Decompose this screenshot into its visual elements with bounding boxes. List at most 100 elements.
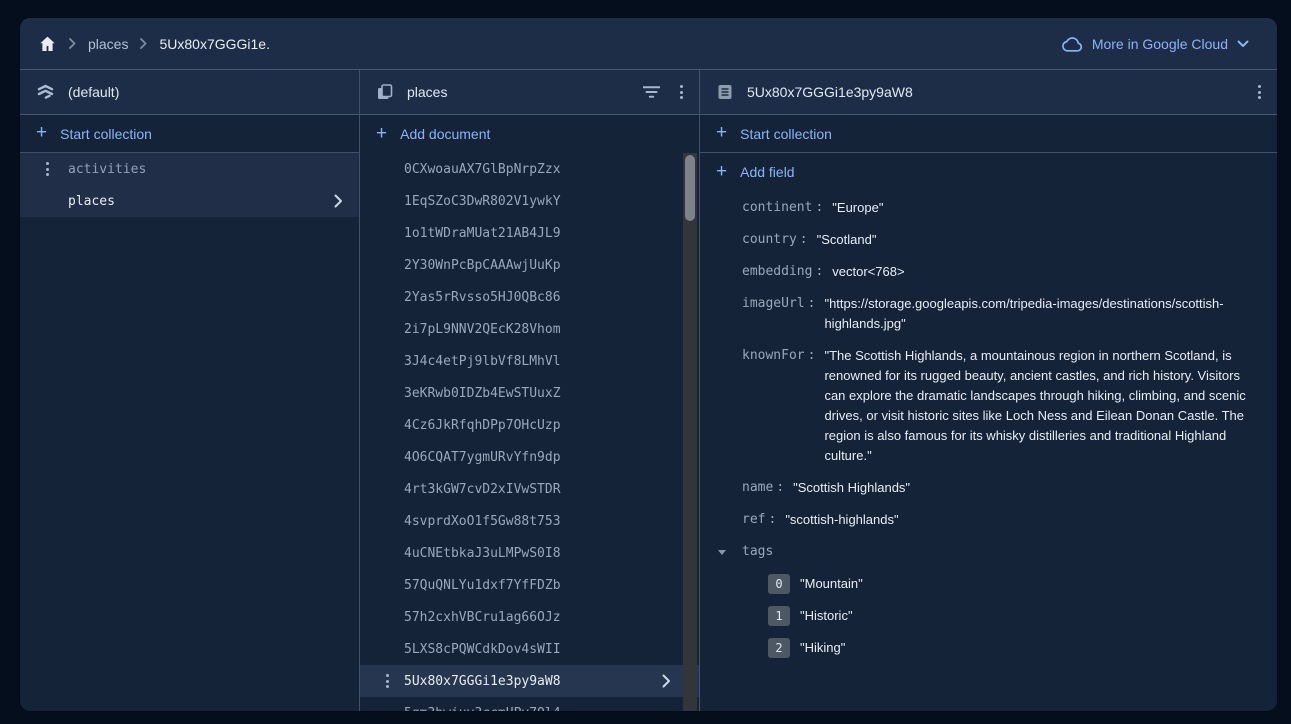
add-field-button[interactable]: + Add field (700, 153, 1277, 191)
plus-icon: + (36, 123, 47, 142)
field-value: "Scotland" (817, 230, 1247, 250)
array-index-badge: 2 (768, 638, 790, 658)
scrollbar-track[interactable] (683, 153, 697, 711)
breadcrumb-document: 5Ux80x7GGGi1e. (159, 36, 270, 52)
document-list-item[interactable]: 57h2cxhVBCru1ag66OJz (360, 601, 699, 633)
chevron-right-icon (662, 674, 671, 688)
field-name: country (742, 230, 808, 250)
field-name: name (742, 478, 784, 498)
breadcrumb-collection[interactable]: places (88, 36, 128, 52)
array-item-row[interactable]: 2"Hiking" (700, 632, 1277, 664)
field-row-imageUrl[interactable]: imageUrl"https://storage.googleapis.com/… (700, 288, 1277, 340)
document-id: 2i7pL9NNV2QEcK28Vhom (404, 322, 561, 337)
array-item-row[interactable]: 1"Historic" (700, 600, 1277, 632)
field-value: "Scottish Highlands" (793, 478, 1223, 498)
firestore-database-icon (36, 83, 55, 101)
field-row-ref[interactable]: ref"scottish-highlands" (700, 504, 1277, 536)
document-id: 5LXS8cPQWCdkDov4sWII (404, 642, 561, 657)
document-list-item[interactable]: 2i7pL9NNV2QEcK28Vhom (360, 313, 699, 345)
breadcrumb-separator-icon (140, 38, 147, 49)
document-id: 0CXwoauAX7GlBpNrpZzx (404, 162, 561, 177)
document-list-item[interactable]: 1EqSZoC3DwR802V1ywkY (360, 185, 699, 217)
more-in-google-cloud-label: More in Google Cloud (1092, 36, 1228, 52)
document-list-item[interactable]: 3J4c4etPj9lbVf8LMhVl (360, 345, 699, 377)
field-value: "https://storage.googleapis.com/tripedia… (824, 294, 1254, 334)
plus-icon: + (716, 123, 727, 142)
document-list-item[interactable]: 4Cz6JkRfqhDPp7OHcUzp (360, 409, 699, 441)
kebab-menu-icon[interactable] (1258, 85, 1261, 99)
document-id: 4uCNEtbkaJ3uLMPwS0I8 (404, 546, 561, 561)
kebab-menu-icon[interactable] (680, 85, 683, 99)
document-id: 4O6CQAT7ygmURvYfn9dp (404, 450, 561, 465)
document-list-item[interactable]: 5Ux80x7GGGi1e3py9aW8 (360, 665, 699, 697)
document-id: 2Yas5rRvsso5HJ0QBc86 (404, 290, 561, 305)
document-title: 5Ux80x7GGGi1e3py9aW8 (747, 84, 913, 100)
document-list-item[interactable]: 5LXS8cPQWCdkDov4sWII (360, 633, 699, 665)
collection-item-places[interactable]: places (20, 185, 359, 217)
field-list: continent "Europe" country "Scotland" embedd… (700, 191, 1277, 664)
document-list-item[interactable]: 57QuQNLYu1dxf7YfFDZb (360, 569, 699, 601)
collection-item-activities[interactable]: activities (20, 153, 359, 185)
start-collection-button[interactable]: + Start collection (700, 115, 1277, 153)
home-icon[interactable] (38, 35, 57, 53)
document-id: 4Cz6JkRfqhDPp7OHcUzp (404, 418, 561, 433)
document-id: 5qm3bwiuv3ccmUPv7Ql4 (404, 706, 561, 712)
kebab-menu-icon[interactable] (386, 674, 389, 688)
field-row-embedding[interactable]: embedding vector<768> (700, 256, 1277, 288)
breadcrumb-separator-icon (69, 38, 76, 49)
document-id: 5Ux80x7GGGi1e3py9aW8 (404, 674, 561, 689)
field-row-tags[interactable]: tags (700, 536, 1277, 568)
field-row-knownFor[interactable]: knownFor"The Scottish Highlands, a mount… (700, 340, 1277, 472)
document-id: 3eKRwb0IDZb4EwSTUuxZ (404, 386, 561, 401)
field-value: vector<768> (832, 262, 1262, 282)
plus-icon: + (716, 162, 727, 181)
document-id: 4svprdXoO1f5Gw88t753 (404, 514, 561, 529)
kebab-menu-icon[interactable] (46, 162, 49, 176)
start-collection-button[interactable]: + Start collection (20, 115, 359, 153)
document-id: 1o1tWDraMUat21AB4JL9 (404, 226, 561, 241)
database-panel: (default) + Start collection activities … (20, 70, 360, 711)
collection-panel-header: places (360, 70, 699, 115)
document-id: 4rt3kGW7cvD2xIVwSTDR (404, 482, 561, 497)
field-name: ref (742, 510, 776, 530)
collection-label: places (68, 194, 115, 209)
breadcrumb-bar: places 5Ux80x7GGGi1e. More in Google Clo… (20, 18, 1277, 70)
document-list-item[interactable]: 3eKRwb0IDZb4EwSTUuxZ (360, 377, 699, 409)
array-item-row[interactable]: 0 "Mountain" (700, 568, 1277, 600)
array-index-badge: 0 (768, 574, 790, 594)
document-list-item[interactable]: 0CXwoauAX7GlBpNrpZzx (360, 153, 699, 185)
field-name: embedding (742, 262, 823, 282)
field-row-name[interactable]: name "Scottish Highlands" (700, 472, 1277, 504)
plus-icon: + (376, 124, 387, 143)
document-list-item[interactable]: 2Yas5rRvsso5HJ0QBc86 (360, 281, 699, 313)
field-value: "The Scottish Highlands, a mountainous r… (824, 346, 1254, 466)
database-panel-header: (default) (20, 70, 359, 115)
field-value: "Europe" (832, 198, 1262, 218)
cloud-icon (1061, 36, 1083, 52)
document-list-item[interactable]: 5qm3bwiuv3ccmUPv7Ql4 (360, 697, 699, 711)
document-panel-header: 5Ux80x7GGGi1e3py9aW8 (700, 70, 1277, 115)
field-row-country[interactable]: country "Scotland" (700, 224, 1277, 256)
document-list-item[interactable]: 1o1tWDraMUat21AB4JL9 (360, 217, 699, 249)
field-value: "Mountain" (800, 574, 1230, 594)
document-id: 3J4c4etPj9lbVf8LMhVl (404, 354, 561, 369)
document-list-item[interactable]: 4svprdXoO1f5Gw88t753 (360, 505, 699, 537)
field-name: continent (742, 198, 823, 218)
filter-icon[interactable] (643, 85, 660, 99)
chevron-right-icon (334, 194, 343, 208)
field-row-continent[interactable]: continent "Europe" (700, 192, 1277, 224)
scrollbar-thumb[interactable] (685, 155, 695, 221)
document-list-item[interactable]: 4O6CQAT7ygmURvYfn9dp (360, 441, 699, 473)
add-document-button[interactable]: + Add document (360, 115, 699, 153)
document-id: 57QuQNLYu1dxf7YfFDZb (404, 578, 561, 593)
collection-label: activities (68, 162, 146, 177)
document-list-item[interactable]: 4rt3kGW7cvD2xIVwSTDR (360, 473, 699, 505)
collection-panel: places + Add document 0CXw (360, 70, 700, 711)
more-in-google-cloud-button[interactable]: More in Google Cloud (1061, 36, 1249, 52)
collapse-caret-icon[interactable] (718, 550, 726, 555)
document-list: 0CXwoauAX7GlBpNrpZzx 1EqSZoC3DwR802V1ywkY… (360, 153, 699, 711)
document-list-item[interactable]: 4uCNEtbkaJ3uLMPwS0I8 (360, 537, 699, 569)
document-id: 2Y30WnPcBpCAAAwjUuKp (404, 258, 561, 273)
document-list-item[interactable]: 2Y30WnPcBpCAAAwjUuKp (360, 249, 699, 281)
field-value: "Historic" (800, 606, 1230, 626)
